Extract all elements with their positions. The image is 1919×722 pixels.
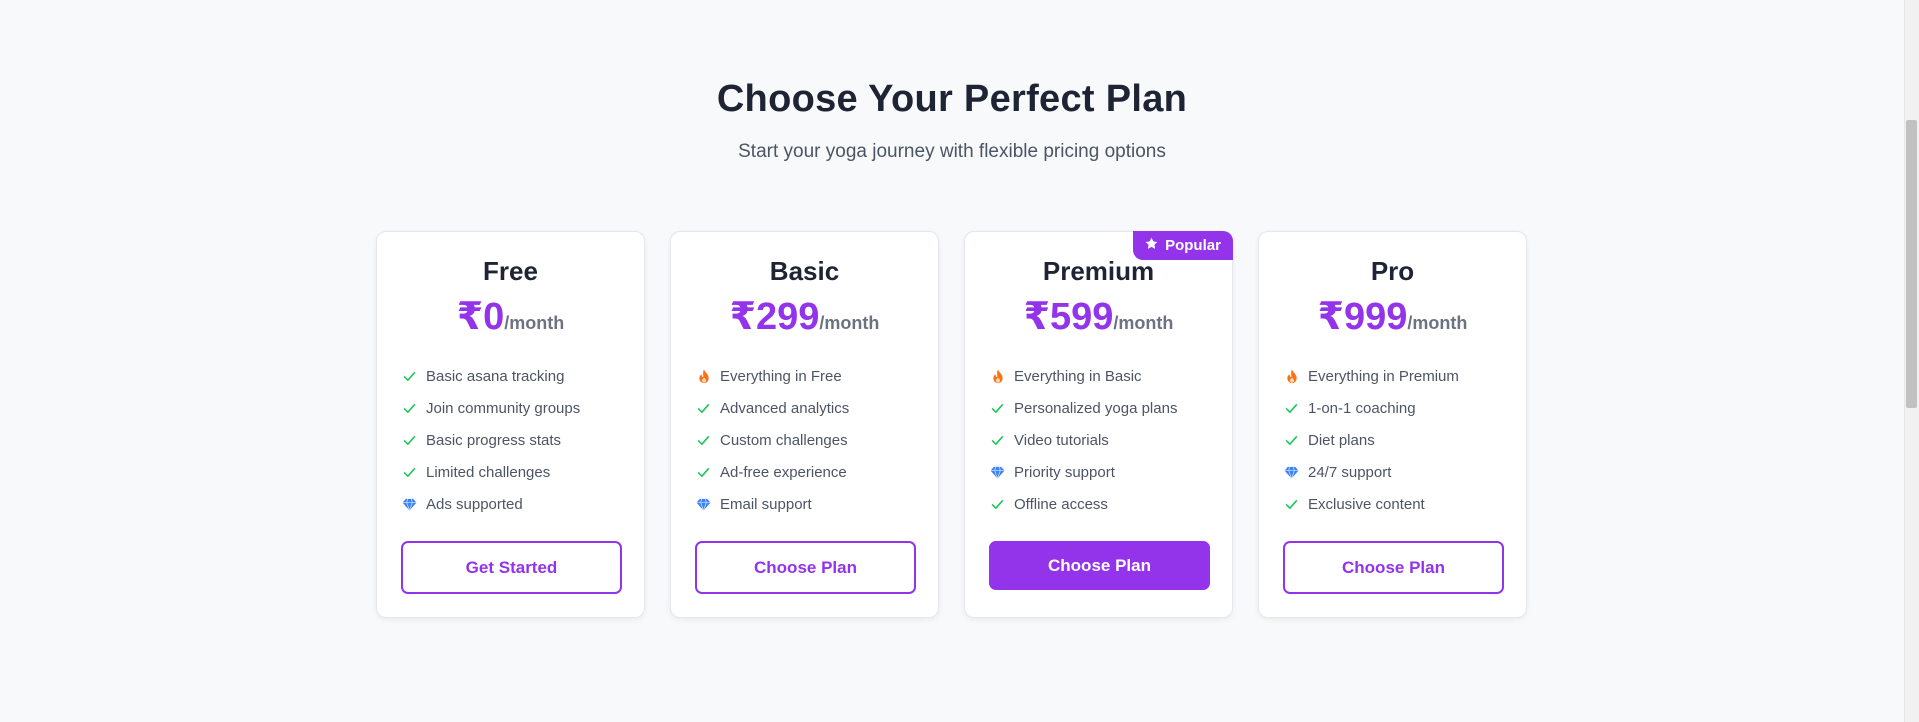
feature-text: Join community groups [426, 399, 581, 417]
feature-item: Limited challenges [402, 456, 580, 488]
plan-card-premium: Popular Premium ₹599/month Everything in… [964, 231, 1233, 618]
feature-item: 1-on-1 coaching [1284, 392, 1459, 424]
plan-price: ₹599/month [965, 294, 1232, 339]
feature-text: Everything in Basic [1014, 367, 1142, 385]
check-icon [696, 465, 711, 480]
feature-text: Exclusive content [1308, 495, 1425, 513]
feature-text: Custom challenges [720, 431, 848, 449]
price-amount: ₹999 [1317, 296, 1408, 338]
plan-name: Premium [1042, 256, 1155, 286]
feature-item: Ad-free experience [696, 456, 849, 488]
feature-item: Advanced analytics [696, 392, 849, 424]
check-icon [402, 369, 417, 384]
check-icon [696, 401, 711, 416]
plan-price: ₹299/month [671, 294, 938, 339]
price-period: /month [819, 313, 880, 333]
price-period: /month [1407, 313, 1468, 333]
choose-plan-button[interactable]: Choose Plan [989, 541, 1210, 590]
check-icon [402, 465, 417, 480]
feature-text: 1-on-1 coaching [1308, 399, 1416, 417]
plan-card-free: Free ₹0/month Basic asana tracking Join … [376, 231, 645, 618]
feature-item: Everything in Premium [1284, 360, 1459, 392]
feature-item: Diet plans [1284, 424, 1459, 456]
feature-item: Join community groups [402, 392, 580, 424]
feature-list: Everything in Basic Personalized yoga pl… [990, 360, 1177, 520]
check-icon [402, 401, 417, 416]
plan-price: ₹999/month [1259, 294, 1526, 339]
feature-text: Basic asana tracking [426, 367, 565, 385]
diamond-icon [696, 497, 711, 512]
star-icon [1145, 237, 1158, 254]
feature-text: Everything in Premium [1308, 367, 1459, 385]
badge-label: Popular [1165, 237, 1221, 254]
feature-text: 24/7 support [1308, 463, 1392, 481]
check-icon [402, 433, 417, 448]
get-started-button[interactable]: Get Started [401, 541, 622, 594]
page-title: Choose Your Perfect Plan [716, 78, 1188, 120]
plan-card-pro: Pro ₹999/month Everything in Premium 1-o… [1258, 231, 1527, 618]
feature-text: Video tutorials [1014, 431, 1109, 449]
feature-item: Video tutorials [990, 424, 1177, 456]
feature-text: Diet plans [1308, 431, 1375, 449]
feature-text: Ad-free experience [720, 463, 847, 481]
feature-text: Ads supported [426, 495, 523, 513]
feature-text: Personalized yoga plans [1014, 399, 1178, 417]
page-subtitle: Start your yoga journey with flexible pr… [738, 141, 1166, 162]
feature-item: Email support [696, 488, 849, 520]
page-scrollbar[interactable] [1904, 0, 1919, 722]
plan-name: Free [483, 256, 538, 286]
fire-icon [1284, 368, 1299, 384]
feature-list: Basic asana tracking Join community grou… [402, 360, 580, 520]
feature-item: Exclusive content [1284, 488, 1459, 520]
feature-item: Basic asana tracking [402, 360, 580, 392]
feature-item: Personalized yoga plans [990, 392, 1177, 424]
feature-item: Everything in Basic [990, 360, 1177, 392]
price-amount: ₹299 [729, 296, 820, 338]
feature-item: Basic progress stats [402, 424, 580, 456]
feature-text: Priority support [1014, 463, 1115, 481]
plan-name: Pro [1370, 256, 1415, 286]
feature-item: 24/7 support [1284, 456, 1459, 488]
feature-item: Priority support [990, 456, 1177, 488]
feature-text: Everything in Free [720, 367, 842, 385]
feature-item: Ads supported [402, 488, 580, 520]
feature-list: Everything in Premium 1-on-1 coaching Di… [1284, 360, 1459, 520]
diamond-icon [1284, 465, 1299, 480]
feature-text: Advanced analytics [720, 399, 850, 417]
plan-name: Basic [769, 256, 840, 286]
check-icon [1284, 401, 1299, 416]
check-icon [696, 433, 711, 448]
price-amount: ₹599 [1023, 296, 1114, 338]
pricing-cards: Free ₹0/month Basic asana tracking Join … [376, 231, 1527, 618]
feature-text: Basic progress stats [426, 431, 562, 449]
feature-text: Email support [720, 495, 812, 513]
choose-plan-button[interactable]: Choose Plan [1283, 541, 1504, 594]
scrollbar-thumb[interactable] [1906, 120, 1917, 408]
check-icon [990, 401, 1005, 416]
feature-item: Custom challenges [696, 424, 849, 456]
feature-item: Everything in Free [696, 360, 849, 392]
feature-text: Offline access [1014, 495, 1108, 513]
check-icon [990, 433, 1005, 448]
feature-item: Offline access [990, 488, 1177, 520]
feature-list: Everything in Free Advanced analytics Cu… [696, 360, 849, 520]
diamond-icon [402, 497, 417, 512]
check-icon [990, 497, 1005, 512]
feature-text: Limited challenges [426, 463, 551, 481]
price-period: /month [504, 313, 565, 333]
price-amount: ₹0 [456, 296, 505, 338]
fire-icon [696, 368, 711, 384]
fire-icon [990, 368, 1005, 384]
plan-card-basic: Basic ₹299/month Everything in Free Adva… [670, 231, 939, 618]
check-icon [1284, 433, 1299, 448]
check-icon [1284, 497, 1299, 512]
choose-plan-button[interactable]: Choose Plan [695, 541, 916, 594]
plan-price: ₹0/month [377, 294, 644, 339]
diamond-icon [990, 465, 1005, 480]
price-period: /month [1113, 313, 1174, 333]
